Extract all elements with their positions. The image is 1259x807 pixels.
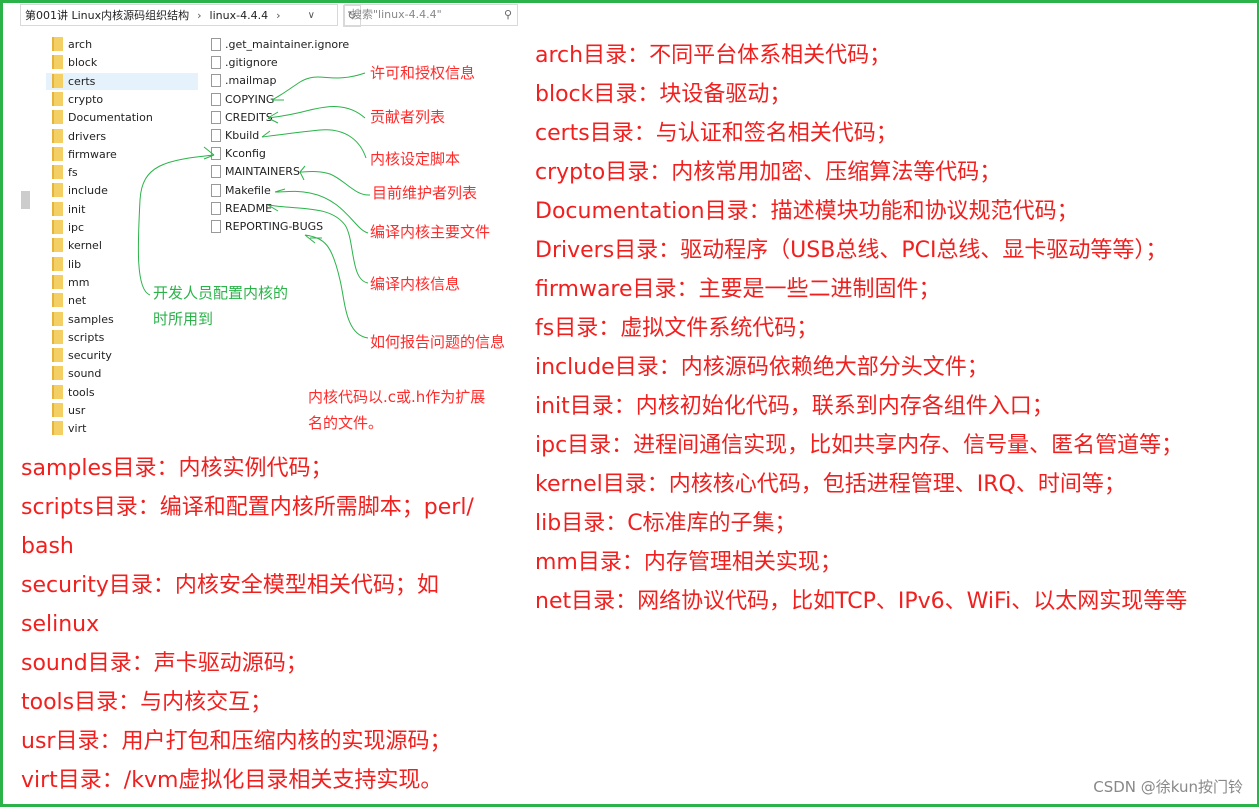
arrow-kbuild bbox=[261, 129, 367, 159]
arrow-kconfig bbox=[137, 146, 215, 296]
description-line: Drivers目录：驱动程序（USB总线、PCI总线、显卡驱动等等）； bbox=[535, 238, 1168, 263]
arrow-maintainers bbox=[299, 165, 371, 196]
description-line: scripts目录：编译和配置内核所需脚本；perl/ bbox=[21, 495, 474, 520]
description-line: fs目录：虚拟文件系统代码； bbox=[535, 316, 819, 341]
annotation-kconfig-line: 开发人员配置内核的 bbox=[153, 284, 289, 302]
arrow-copying bbox=[271, 72, 366, 101]
annotation-extension: 内核代码以.c或.h作为扩展 名的文件。 bbox=[308, 384, 485, 436]
description-line: include目录：内核源码依赖绝大部分头文件； bbox=[535, 355, 989, 380]
description-line: init目录：内核初始化代码，联系到内存各组件入口； bbox=[535, 394, 1054, 419]
annotation-kconfig-line: 时所用到 bbox=[153, 310, 214, 328]
annotation-reporting: 如何报告问题的信息 bbox=[370, 333, 506, 351]
description-line: firmware目录：主要是一些二进制固件； bbox=[535, 277, 941, 302]
description-line: kernel目录：内核核心代码，包括进程管理、IRQ、时间等； bbox=[535, 472, 1126, 497]
description-line: samples目录：内核实例代码； bbox=[21, 456, 333, 481]
annotation-kbuild: 内核设定脚本 bbox=[370, 150, 461, 168]
description-line: Documentation目录：描述模块功能和协议规范代码； bbox=[535, 199, 1079, 224]
annotation-maintainers: 目前维护者列表 bbox=[372, 184, 478, 202]
annotation-readme: 编译内核信息 bbox=[370, 275, 461, 293]
description-line: certs目录：与认证和签名相关代码； bbox=[535, 121, 898, 146]
annotation-copying: 许可和授权信息 bbox=[370, 64, 476, 82]
arrow-credits bbox=[267, 106, 366, 124]
description-line: lib目录：C标准库的子集； bbox=[535, 511, 797, 536]
annotation-credits: 贡献者列表 bbox=[370, 108, 446, 126]
annotation-extension-line: 名的文件。 bbox=[308, 414, 384, 432]
description-line: selinux bbox=[21, 612, 100, 637]
description-line: net目录：网络协议代码，比如TCP、IPv6、WiFi、以太网实现等等 bbox=[535, 589, 1188, 614]
arrow-reporting bbox=[304, 234, 369, 339]
right-description-list: arch目录：不同平台体系相关代码； block目录：块设备驱动； certs目录：… bbox=[535, 36, 1187, 621]
description-line: tools目录：与内核交互； bbox=[21, 690, 273, 715]
description-line: arch目录：不同平台体系相关代码； bbox=[535, 43, 892, 68]
watermark: CSDN @徐kun按门铃 bbox=[1093, 778, 1243, 796]
left-description-list: samples目录：内核实例代码； scripts目录：编译和配置内核所需脚本；p… bbox=[21, 449, 474, 800]
description-line: block目录：块设备驱动； bbox=[535, 82, 792, 107]
annotation-makefile: 编译内核主要文件 bbox=[370, 223, 491, 241]
description-line: sound目录：声卡驱动源码； bbox=[21, 651, 308, 676]
description-line: mm目录：内存管理相关实现； bbox=[535, 550, 842, 575]
description-line: ipc目录：进程间通信实现，比如共享内存、信号量、匿名管道等； bbox=[535, 433, 1184, 458]
description-line: virt目录：/kvm虚拟化目录相关支持实现。 bbox=[21, 768, 443, 793]
description-line: bash bbox=[21, 534, 74, 559]
annotation-extension-line: 内核代码以.c或.h作为扩展 bbox=[308, 388, 486, 406]
description-line: usr目录：用户打包和压缩内核的实现源码； bbox=[21, 729, 452, 754]
description-line: crypto目录：内核常用加密、压缩算法等代码； bbox=[535, 160, 1002, 185]
description-line: security目录：内核安全模型相关代码；如 bbox=[21, 573, 439, 598]
arrow-readme bbox=[267, 204, 369, 284]
annotation-kconfig: 开发人员配置内核的 时所用到 bbox=[153, 280, 288, 332]
